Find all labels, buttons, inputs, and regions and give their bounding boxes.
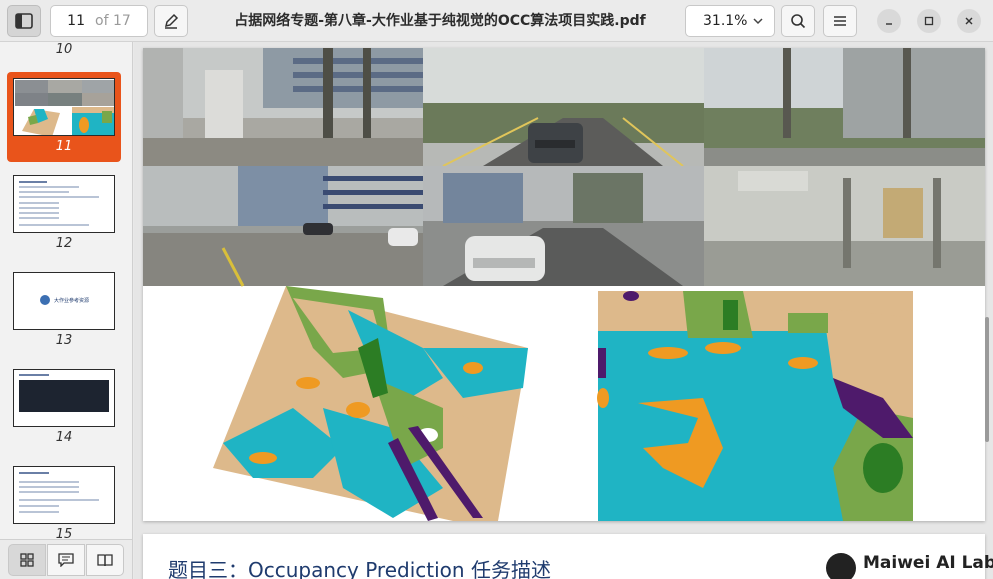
- comment-icon: [58, 553, 74, 567]
- hamburger-icon: [834, 16, 846, 26]
- menu-button[interactable]: [823, 5, 857, 37]
- close-button[interactable]: [957, 9, 981, 33]
- annotate-button[interactable]: [154, 5, 188, 37]
- search-icon: [791, 14, 806, 29]
- outline-view-button[interactable]: [86, 544, 124, 576]
- pen-icon: [164, 13, 179, 29]
- thumbnail-13-logo: [40, 295, 50, 305]
- camera-image-front-left: [143, 48, 423, 166]
- thumbnail-label-11: 11: [55, 139, 73, 154]
- thumbnail-label-12: 12: [55, 236, 73, 251]
- thumbnail-label-14: 14: [55, 430, 73, 445]
- thumbnail-13-text: 大作业参考资源: [54, 298, 90, 304]
- camera-image-back-right: [704, 166, 985, 286]
- grid-icon: [20, 553, 34, 567]
- document-title: 占据网络专题-第八章-大作业基于纯视觉的OCC算法项目实践.pdf: [234, 13, 646, 29]
- maximize-icon: [924, 16, 934, 26]
- sidebar-icon: [15, 13, 33, 29]
- pdf-page-12: 题目三：Occupancy Prediction 任务描述 Maiwei AI …: [143, 534, 993, 579]
- chevron-down-icon: [753, 18, 763, 25]
- thumbnail-label-13: 13: [55, 333, 73, 348]
- thumbnail-page-15[interactable]: [13, 466, 115, 524]
- sidebar-mode-bar: [0, 539, 132, 579]
- pdf-page-11: [143, 48, 985, 521]
- thumbnail-11-preview: [14, 79, 114, 135]
- page-navigator: 11 of 17: [50, 5, 148, 37]
- zoom-value: 31.1%: [703, 13, 748, 29]
- thumbnail-page-12[interactable]: [13, 175, 115, 233]
- minimize-button[interactable]: [877, 9, 901, 33]
- page-11-figure: [143, 48, 985, 521]
- maiwei-logo-text: Maiwei AI Lab: [863, 553, 993, 573]
- occupancy-map-topview: [213, 286, 528, 521]
- annotations-view-button[interactable]: [47, 544, 85, 576]
- thumbnail-page-11[interactable]: [13, 78, 115, 136]
- maximize-button[interactable]: [917, 9, 941, 33]
- vertical-scrollbar[interactable]: [985, 317, 989, 442]
- sidebar-toggle-button[interactable]: [7, 5, 41, 37]
- close-icon: [965, 17, 973, 25]
- zoom-select[interactable]: 31.1%: [685, 5, 775, 37]
- thumbnail-sidebar: 10 11 12 大作业参考资源 13 14 15: [0, 42, 133, 579]
- thumbnail-page-14[interactable]: [13, 369, 115, 427]
- minimize-icon: [886, 23, 892, 25]
- camera-image-back-left: [143, 166, 423, 287]
- thumbnail-label-10: 10: [55, 42, 73, 57]
- page-count: of 17: [95, 13, 131, 29]
- page-number-input[interactable]: 11: [51, 13, 89, 29]
- thumbnails-view-button[interactable]: [8, 544, 46, 576]
- book-icon: [97, 554, 113, 567]
- search-button[interactable]: [781, 5, 815, 37]
- page-12-title: 题目三：Occupancy Prediction 任务描述: [168, 558, 551, 579]
- thumbnail-14-codeblock: [19, 380, 109, 412]
- toolbar: 11 of 17 占据网络专题-第八章-大作业基于纯视觉的OCC算法项目实践.p…: [0, 0, 993, 42]
- maiwei-logo-icon: [826, 553, 856, 579]
- document-view[interactable]: 题目三：Occupancy Prediction 任务描述 Maiwei AI …: [134, 42, 993, 579]
- occupancy-map-frontview: [597, 291, 913, 521]
- camera-image-front-right: [704, 48, 985, 166]
- camera-image-back: [423, 166, 704, 286]
- thumbnail-page-13[interactable]: 大作业参考资源: [13, 272, 115, 330]
- camera-image-front: [423, 48, 704, 167]
